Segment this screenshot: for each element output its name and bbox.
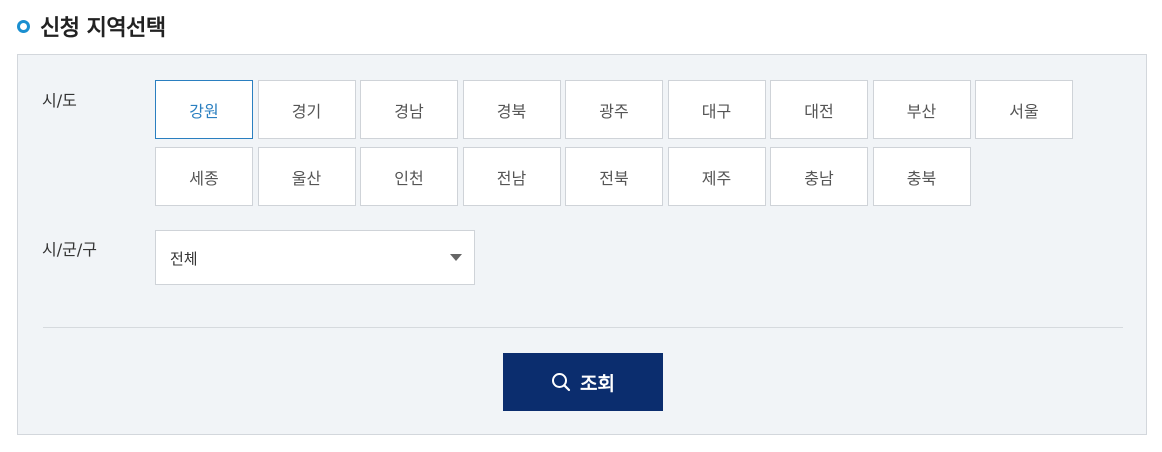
region-button-gyeonggi[interactable]: 경기	[257, 80, 356, 139]
region-button-chungbuk[interactable]: 충북	[872, 147, 971, 206]
region-button-jeonnam[interactable]: 전남	[462, 147, 561, 206]
search-button[interactable]: 조회	[503, 353, 663, 411]
search-button-label: 조회	[580, 373, 615, 395]
section-header: 신청 지역선택	[17, 10, 166, 42]
region-button-seoul[interactable]: 서울	[975, 80, 1073, 139]
region-button-daegu[interactable]: 대구	[667, 80, 766, 139]
search-icon	[551, 372, 571, 392]
region-button-busan[interactable]: 부산	[872, 80, 971, 139]
caret-down-icon	[450, 254, 462, 261]
region-button-ulsan[interactable]: 울산	[257, 147, 356, 206]
region-button-jeonbuk[interactable]: 전북	[565, 147, 663, 206]
region-button-gyeongnam[interactable]: 경남	[360, 80, 458, 139]
circle-bullet-icon	[17, 19, 30, 33]
divider	[43, 327, 1123, 328]
region-button-gangwon[interactable]: 강원	[155, 80, 253, 139]
region-filter-panel: 시/도 강원 경기 경남 경북 광주 대구 대전 부산 서울세종 울산 인천 전남 전북 제주 충남 충북 시…	[17, 54, 1147, 435]
region-button-jeju[interactable]: 제주	[667, 147, 766, 206]
sigungu-select[interactable]: 전체	[155, 230, 475, 285]
sigungu-label: 시/군/구	[42, 240, 97, 259]
sigungu-select-value: 전체	[170, 250, 198, 268]
region-button-chungnam[interactable]: 충남	[770, 147, 868, 206]
sido-label: 시/도	[42, 91, 77, 110]
region-button-gyeongbuk[interactable]: 경북	[462, 80, 561, 139]
region-button-sejong[interactable]: 세종	[155, 147, 253, 206]
region-button-daejeon[interactable]: 대전	[770, 80, 868, 139]
page-title: 신청 지역선택	[40, 16, 166, 41]
region-button-gwangju[interactable]: 광주	[565, 80, 663, 139]
region-button-incheon[interactable]: 인천	[360, 147, 458, 206]
